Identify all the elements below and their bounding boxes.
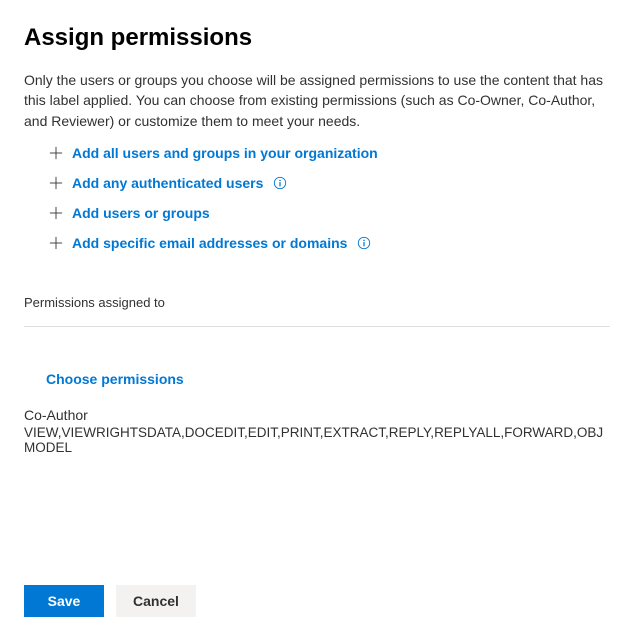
- add-email-domains-link[interactable]: Add specific email addresses or domains: [48, 235, 610, 251]
- permissions-assigned-header: Permissions assigned to: [24, 295, 610, 327]
- add-link-label: Add any authenticated users: [72, 175, 263, 191]
- plus-icon: [48, 205, 64, 221]
- add-link-label: Add users or groups: [72, 205, 210, 221]
- save-button[interactable]: Save: [24, 585, 104, 617]
- info-icon[interactable]: [273, 176, 287, 190]
- plus-icon: [48, 145, 64, 161]
- add-users-groups-link[interactable]: Add users or groups: [48, 205, 610, 221]
- add-link-label: Add specific email addresses or domains: [72, 235, 347, 251]
- add-links-list: Add all users and groups in your organiz…: [48, 145, 610, 251]
- permission-rights: VIEW,VIEWRIGHTSDATA,DOCEDIT,EDIT,PRINT,E…: [24, 425, 610, 455]
- cancel-button[interactable]: Cancel: [116, 585, 196, 617]
- plus-icon: [48, 235, 64, 251]
- choose-permissions-link[interactable]: Choose permissions: [46, 371, 184, 387]
- info-icon[interactable]: [357, 236, 371, 250]
- add-link-label: Add all users and groups in your organiz…: [72, 145, 378, 161]
- add-authenticated-users-link[interactable]: Add any authenticated users: [48, 175, 610, 191]
- page-description: Only the users or groups you choose will…: [24, 70, 610, 131]
- page-title: Assign permissions: [24, 24, 610, 52]
- plus-icon: [48, 175, 64, 191]
- choose-permissions-row: Choose permissions: [46, 371, 610, 387]
- footer-buttons: Save Cancel: [24, 585, 610, 617]
- permission-name: Co-Author: [24, 407, 610, 423]
- add-all-users-link[interactable]: Add all users and groups in your organiz…: [48, 145, 610, 161]
